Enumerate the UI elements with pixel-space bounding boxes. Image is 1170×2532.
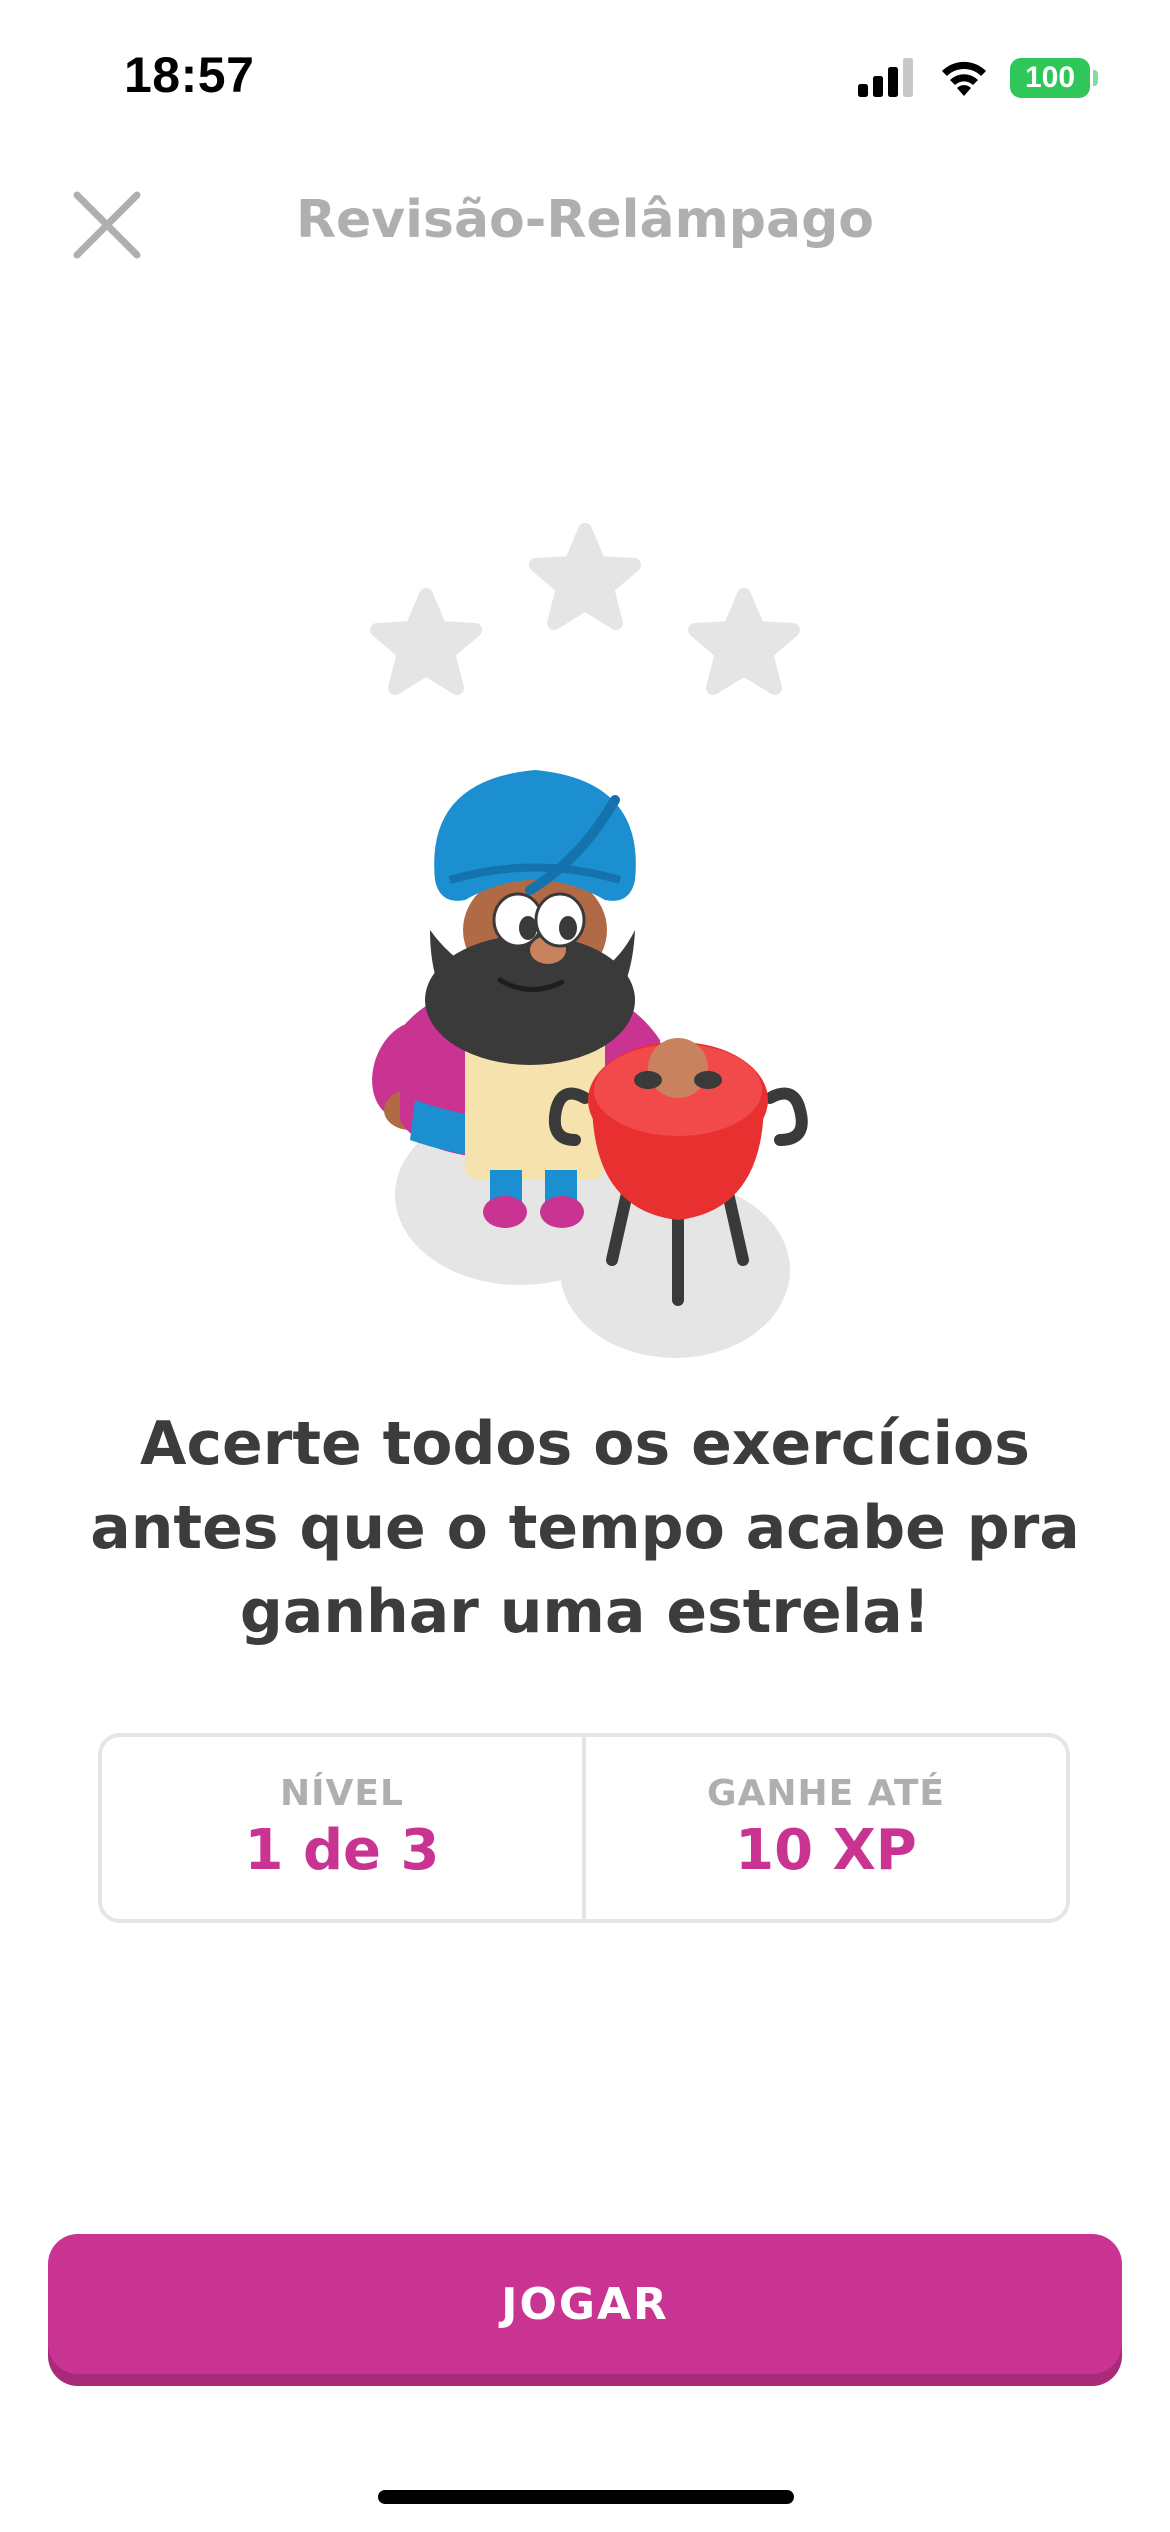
signal-icon — [858, 58, 913, 97]
level-value: 1 de 3 — [244, 1818, 440, 1883]
level-label: NÍVEL — [280, 1773, 404, 1814]
status-bar: 18:57 100 — [0, 0, 1170, 150]
play-button[interactable]: JOGAR — [48, 2234, 1122, 2374]
character-illustration — [370, 523, 808, 1358]
star-icon — [688, 588, 800, 695]
level-cell: NÍVEL 1 de 3 — [102, 1737, 582, 1919]
wifi-icon — [942, 61, 986, 96]
battery-tip — [1093, 70, 1098, 86]
star-icon — [370, 588, 482, 695]
battery-icon: 100 — [1010, 58, 1090, 98]
instruction-text: Acerte todos os exercícios antes que o t… — [90, 1409, 1080, 1647]
page-title: Revisão-Relâmpago — [295, 190, 875, 250]
info-card: NÍVEL 1 de 3 GANHE ATÉ 10 XP — [98, 1733, 1070, 1923]
battery-level: 100 — [1024, 61, 1076, 94]
reward-value: 10 XP — [735, 1818, 917, 1883]
star-icon — [529, 523, 641, 630]
home-indicator[interactable] — [378, 2490, 794, 2504]
status-time: 18:57 — [124, 47, 255, 103]
reward-cell: GANHE ATÉ 10 XP — [586, 1737, 1066, 1919]
reward-label: GANHE ATÉ — [706, 1773, 945, 1814]
